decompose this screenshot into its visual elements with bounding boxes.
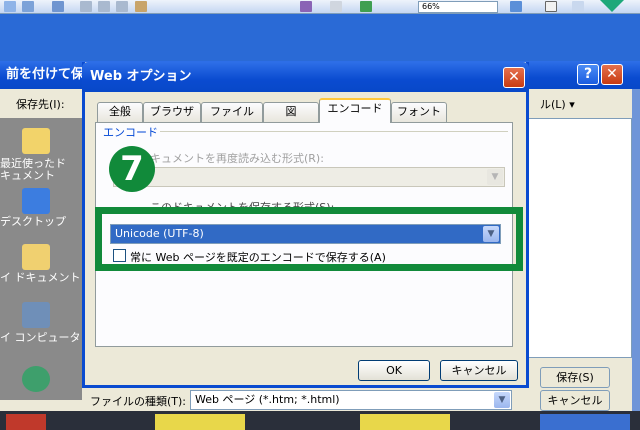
help-icon[interactable] (510, 1, 522, 12)
toolbar-icon[interactable] (80, 1, 92, 12)
cancel-button[interactable]: キャンセル (440, 360, 518, 381)
computer-icon (22, 302, 50, 328)
reload-as-select: ▼ (113, 167, 505, 187)
toolbar-icon[interactable] (22, 1, 34, 12)
folder-icon (22, 128, 50, 154)
toolbar-icon[interactable] (52, 1, 64, 12)
save-cancel-button[interactable]: キャンセル (540, 390, 610, 411)
chevron-down-icon[interactable]: ▼ (494, 392, 510, 408)
encoding-group-label: エンコード (103, 126, 158, 139)
filetype-label: ファイルの種類(T): (90, 395, 187, 408)
window-backdrop (0, 14, 640, 61)
background-strip (0, 411, 640, 430)
view-menu[interactable]: ル(L) ▾ (540, 96, 575, 112)
filetype-value: Web ページ (*.htm; *.html) (195, 393, 340, 406)
toolbar-icon[interactable] (98, 1, 110, 12)
group-divider (160, 131, 508, 132)
help-button[interactable]: ? (577, 64, 599, 85)
places-bar: 最近使ったド キュメント デスクトップ イ ドキュメント イ コンピュータ (0, 118, 82, 400)
desktop-icon (22, 188, 50, 214)
toolbar-icon[interactable] (572, 1, 584, 12)
toolbar-icon[interactable] (300, 1, 312, 12)
highlight-box (95, 207, 523, 271)
toolbar-icon[interactable] (360, 1, 372, 12)
tab-fonts[interactable]: フォント (391, 102, 447, 122)
step-badge: 7 (109, 146, 155, 192)
pointer-arrow-icon (600, 0, 624, 12)
save-button[interactable]: 保存(S) (540, 367, 610, 388)
globe-icon (22, 366, 50, 392)
tab-pictures[interactable]: 図 (263, 102, 319, 122)
close-button[interactable]: ✕ (601, 64, 623, 85)
right-strip (632, 89, 640, 411)
tab-general[interactable]: 全般 (97, 102, 143, 122)
place-label: デスクトップ (0, 215, 66, 228)
office-toolbar: 66% (0, 0, 640, 14)
chevron-down-icon: ▼ (487, 169, 503, 185)
toolbar-icon[interactable] (135, 1, 147, 12)
file-list[interactable] (527, 118, 632, 358)
toolbar-icon[interactable] (545, 1, 557, 12)
tab-browser[interactable]: ブラウザ (143, 102, 201, 122)
web-options-close-button[interactable]: ✕ (503, 67, 525, 88)
filetype-select[interactable]: Web ページ (*.htm; *.html) ▼ (190, 390, 512, 410)
toolbar-icon[interactable] (4, 1, 16, 12)
tab-files[interactable]: ファイル (201, 102, 263, 122)
place-label: イ ドキュメント (0, 271, 81, 284)
toolbar-icon[interactable] (116, 1, 128, 12)
place-label: イ コンピュータ (0, 331, 81, 344)
save-in-label: 保存先(I): (16, 98, 65, 111)
place-label: 最近使ったド キュメント (0, 157, 66, 182)
my-documents-icon (22, 244, 50, 270)
tab-encoding[interactable]: エンコード (319, 98, 391, 123)
toolbar-icon[interactable] (330, 1, 342, 12)
reload-as-label: キュメントを再度読み込む形式(R): (150, 152, 324, 165)
ok-button[interactable]: OK (358, 360, 430, 381)
zoom-combo[interactable]: 66% (418, 1, 498, 13)
web-options-title: Web オプション (82, 62, 529, 92)
